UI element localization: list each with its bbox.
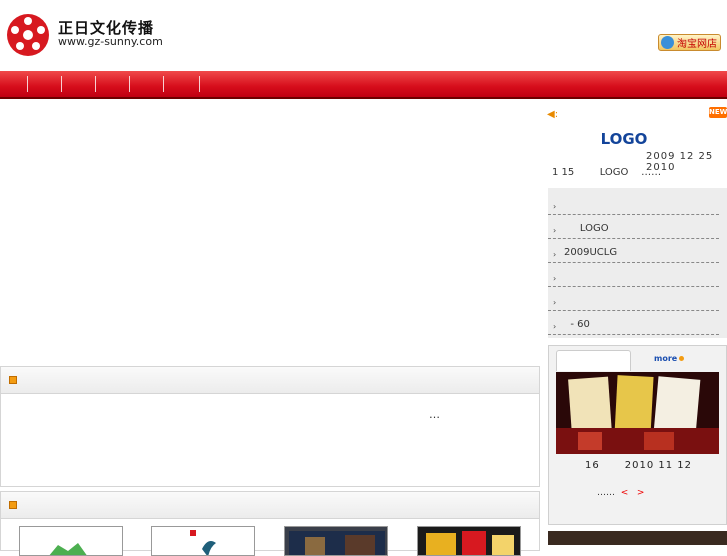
arrow-right-icon: ›	[553, 322, 557, 331]
showcase-panel: more 16 2010 11 12 …… < >	[548, 345, 727, 525]
brand-url: www.gz-sunny.com	[58, 35, 163, 48]
showcase-pager-ellipsis: ……	[597, 488, 615, 498]
showcase-caption: 16 2010 11 12	[584, 460, 693, 471]
news-item-label: 2009UCLG	[564, 247, 618, 258]
work-thumbnail-image	[49, 543, 87, 555]
nav-divider	[199, 76, 200, 92]
new-badge: NEW	[709, 107, 727, 118]
taobao-shop-label: 淘宝网店	[677, 39, 717, 50]
showcase-photo-image	[556, 372, 719, 454]
news-item-label: - 60	[564, 319, 590, 330]
taobao-icon	[661, 36, 674, 49]
main-nav	[0, 71, 727, 99]
news-list-item[interactable]: ›	[548, 264, 719, 287]
news-item-label: LOGO	[564, 223, 609, 234]
arrow-right-icon: ›	[553, 202, 557, 211]
work-thumbnail-image	[190, 530, 216, 555]
works-panel	[0, 491, 540, 556]
work-thumbnail[interactable]	[417, 526, 521, 556]
about-more-ellipsis[interactable]: …	[429, 408, 440, 421]
speaker-icon: ◀:	[547, 109, 559, 120]
about-panel: …	[0, 366, 540, 487]
arrow-right-icon: ›	[553, 298, 557, 307]
about-panel-header	[1, 367, 539, 394]
showcase-pager: …… < >	[597, 488, 644, 498]
arrow-right-icon: ›	[553, 274, 557, 283]
work-thumbnail-image	[426, 531, 514, 555]
work-thumbnail-image	[289, 531, 385, 555]
works-panel-header	[1, 492, 539, 519]
section-bullet-icon	[9, 376, 17, 384]
banner-area	[0, 102, 541, 364]
news-headline[interactable]: LOGO	[548, 130, 700, 148]
prev-button[interactable]: <	[621, 488, 629, 498]
nav-item-5[interactable]	[130, 71, 163, 97]
news-list-item[interactable]: ›	[548, 288, 719, 311]
nav-item-3[interactable]	[62, 71, 95, 97]
news-list-item[interactable]: › LOGO	[548, 216, 719, 239]
company-logo	[7, 14, 49, 56]
nav-item-2[interactable]	[28, 71, 61, 97]
bottom-banner-image[interactable]	[548, 531, 727, 545]
section-bullet-icon	[9, 501, 17, 509]
arrow-right-icon: ›	[553, 226, 557, 235]
nav-item-6[interactable]	[164, 71, 199, 97]
nav-item-1[interactable]	[0, 71, 27, 97]
taobao-shop-button[interactable]: 淘宝网店	[658, 34, 721, 51]
news-list-item[interactable]: › 2009UCLG	[548, 240, 719, 263]
nav-item-4[interactable]	[96, 71, 129, 97]
news-list-item[interactable]: ›	[548, 192, 719, 215]
work-thumbnail[interactable]	[19, 526, 123, 556]
showcase-photo[interactable]	[556, 372, 719, 454]
next-button[interactable]: >	[637, 488, 645, 498]
work-thumbnail[interactable]	[284, 526, 388, 556]
arrow-right-icon: ›	[553, 250, 557, 259]
news-list: › › LOGO › 2009UCLG › › › - 60	[548, 188, 727, 338]
more-arrow-icon	[679, 356, 685, 361]
more-link-label: more	[654, 354, 678, 363]
news-summary: 1 15 LOGO ……	[552, 167, 662, 178]
showcase-tab[interactable]	[556, 350, 631, 371]
work-thumbnail[interactable]	[151, 526, 255, 556]
more-link[interactable]: more	[654, 354, 685, 363]
news-list-item[interactable]: › - 60	[548, 312, 719, 335]
